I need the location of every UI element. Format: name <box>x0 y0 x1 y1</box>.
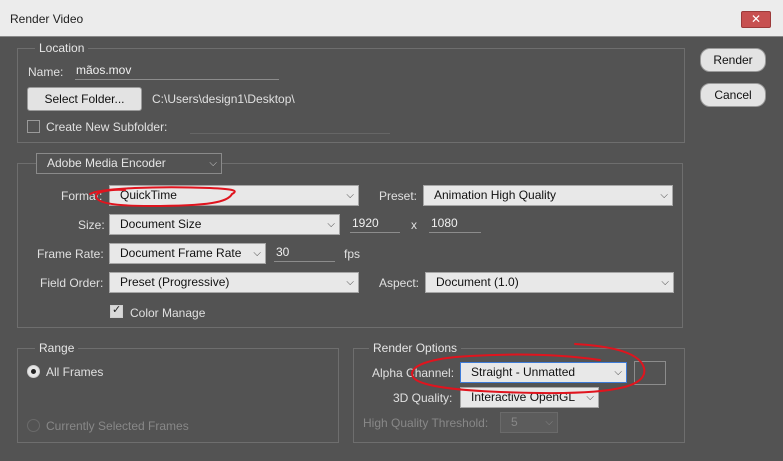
encoder-value: Adobe Media Encoder <box>47 156 166 170</box>
chevron-down-icon: ⌵ <box>586 392 594 403</box>
fps-field[interactable]: 30 <box>274 245 335 262</box>
threshold-select[interactable]: 5 ⌵ <box>500 412 558 433</box>
title-bar: Render Video ✕ <box>0 0 783 37</box>
cancel-button[interactable]: Cancel <box>700 83 766 107</box>
subfolder-field[interactable] <box>190 117 390 134</box>
all-frames-radio[interactable] <box>27 365 40 378</box>
threshold-label: High Quality Threshold: <box>363 416 489 430</box>
field-order-value: Preset (Progressive) <box>120 275 230 289</box>
name-field[interactable]: mãos.mov <box>75 63 279 80</box>
alpha-channel-label: Alpha Channel: <box>372 366 455 380</box>
select-folder-button[interactable]: Select Folder... <box>27 87 142 111</box>
width-field[interactable]: 1920 <box>350 216 400 233</box>
preset-select[interactable]: Animation High Quality ⌵ <box>423 185 673 206</box>
frame-rate-label: Frame Rate: <box>37 247 104 261</box>
alpha-channel-value: Straight - Unmatted <box>471 365 576 379</box>
folder-path: C:\Users\design1\Desktop\ <box>152 92 295 106</box>
alpha-channel-select[interactable]: Straight - Unmatted ⌵ <box>460 362 627 383</box>
chevron-down-icon: ⌵ <box>253 248 261 259</box>
render-button[interactable]: Render <box>700 48 766 72</box>
matte-color-swatch[interactable] <box>634 361 666 385</box>
chevron-down-icon: ⌵ <box>614 367 622 378</box>
chevron-down-icon: ⌵ <box>209 158 217 169</box>
3d-quality-label: 3D Quality: <box>393 391 453 405</box>
chevron-down-icon: ⌵ <box>346 277 354 288</box>
render-options-legend: Render Options <box>369 341 462 355</box>
aspect-label: Aspect: <box>379 276 420 290</box>
window-title: Render Video <box>10 12 84 26</box>
field-order-select[interactable]: Preset (Progressive) ⌵ <box>109 272 359 293</box>
height-field[interactable]: 1080 <box>429 216 481 233</box>
close-icon: ✕ <box>750 12 762 26</box>
format-label: Format: <box>61 189 103 203</box>
size-value: Document Size <box>120 217 202 231</box>
size-label: Size: <box>78 218 105 232</box>
fps-unit: fps <box>344 247 361 261</box>
frame-rate-value: Document Frame Rate <box>120 246 242 260</box>
create-subfolder-checkbox[interactable] <box>27 120 40 133</box>
close-button[interactable]: ✕ <box>741 11 771 28</box>
chevron-down-icon: ⌵ <box>660 190 668 201</box>
name-label: Name: <box>28 65 64 79</box>
field-order-label: Field Order: <box>40 276 104 290</box>
create-subfolder-label: Create New Subfolder: <box>46 120 168 134</box>
threshold-value: 5 <box>511 415 518 429</box>
preset-label: Preset: <box>379 189 418 203</box>
selected-frames-label: Currently Selected Frames <box>46 419 189 433</box>
color-manage-label: Color Manage <box>130 306 206 320</box>
size-select[interactable]: Document Size ⌵ <box>109 214 340 235</box>
chevron-down-icon: ⌵ <box>545 417 553 428</box>
frame-rate-select[interactable]: Document Frame Rate ⌵ <box>109 243 266 264</box>
checkmark-icon: ✓ <box>112 303 122 316</box>
aspect-value: Document (1.0) <box>436 275 519 289</box>
dialog-body: Location Name: mãos.mov Select Folder...… <box>0 37 783 461</box>
3d-quality-value: Interactive OpenGL <box>471 390 576 404</box>
color-manage-checkbox[interactable]: ✓ <box>110 303 123 318</box>
all-frames-label: All Frames <box>46 365 104 379</box>
format-value: QuickTime <box>120 188 177 202</box>
chevron-down-icon: ⌵ <box>327 219 335 230</box>
3d-quality-select[interactable]: Interactive OpenGL ⌵ <box>460 387 599 408</box>
dimension-separator: x <box>411 218 417 232</box>
preset-value: Animation High Quality <box>434 188 557 202</box>
radio-dot <box>31 369 36 374</box>
encoder-select[interactable]: Adobe Media Encoder ⌵ <box>36 153 222 174</box>
selected-frames-radio[interactable] <box>27 419 40 432</box>
chevron-down-icon: ⌵ <box>346 190 354 201</box>
chevron-down-icon: ⌵ <box>661 277 669 288</box>
format-select[interactable]: QuickTime ⌵ <box>109 185 359 206</box>
range-legend: Range <box>35 341 79 355</box>
aspect-select[interactable]: Document (1.0) ⌵ <box>425 272 674 293</box>
location-legend: Location <box>35 41 89 55</box>
